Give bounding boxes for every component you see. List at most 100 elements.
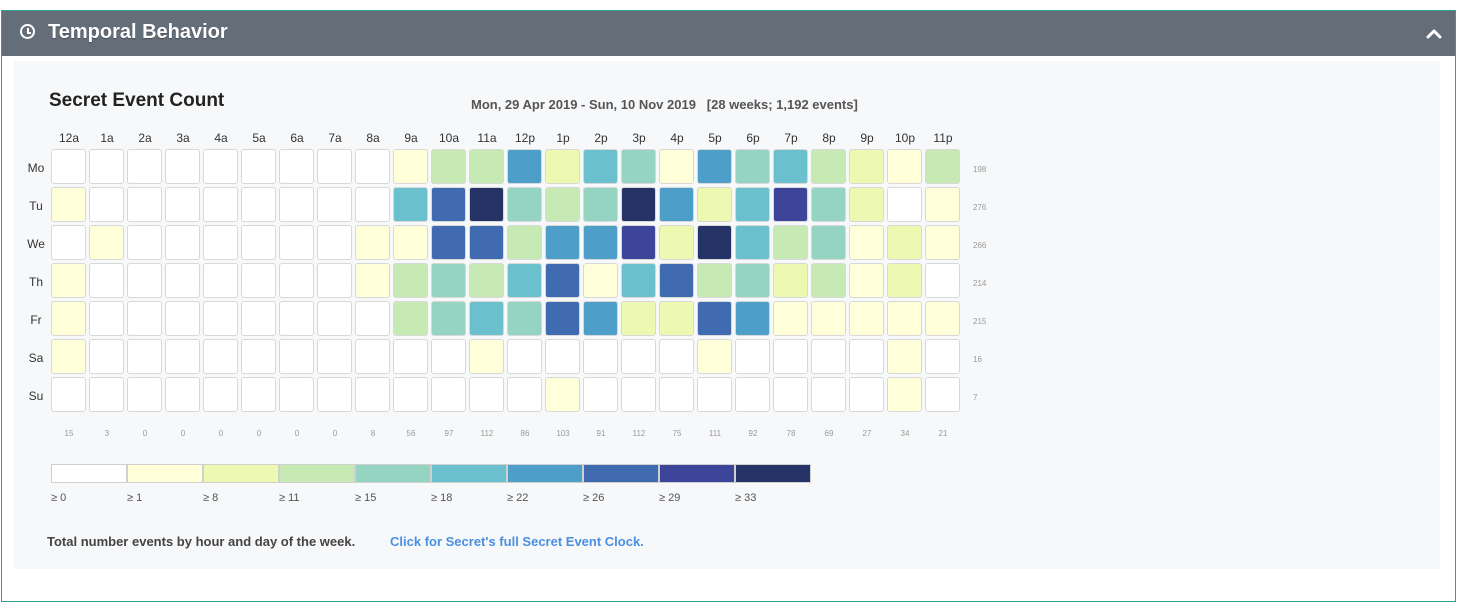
heatmap-cell[interactable] — [127, 225, 162, 260]
heatmap-cell[interactable] — [393, 377, 428, 412]
heatmap-cell[interactable] — [659, 149, 694, 184]
heatmap-cell[interactable] — [431, 225, 466, 260]
heatmap-cell[interactable] — [317, 225, 352, 260]
heatmap-cell[interactable] — [811, 263, 846, 298]
heatmap-cell[interactable] — [241, 187, 276, 222]
heatmap-cell[interactable] — [165, 187, 200, 222]
heatmap-cell[interactable] — [849, 187, 884, 222]
heatmap-cell[interactable] — [887, 225, 922, 260]
heatmap-cell[interactable] — [887, 377, 922, 412]
heatmap-cell[interactable] — [697, 301, 732, 336]
heatmap-cell[interactable] — [697, 339, 732, 374]
heatmap-cell[interactable] — [583, 187, 618, 222]
heatmap-cell[interactable] — [355, 149, 390, 184]
heatmap-cell[interactable] — [811, 149, 846, 184]
heatmap-cell[interactable] — [431, 187, 466, 222]
heatmap-cell[interactable] — [393, 263, 428, 298]
heatmap-cell[interactable] — [127, 263, 162, 298]
heatmap-cell[interactable] — [545, 301, 580, 336]
heatmap-cell[interactable] — [203, 225, 238, 260]
heatmap-cell[interactable] — [659, 225, 694, 260]
heatmap-cell[interactable] — [887, 263, 922, 298]
heatmap-cell[interactable] — [469, 187, 504, 222]
heatmap-cell[interactable] — [89, 263, 124, 298]
heatmap-cell[interactable] — [507, 377, 542, 412]
heatmap-cell[interactable] — [431, 339, 466, 374]
heatmap-cell[interactable] — [735, 301, 770, 336]
heatmap-cell[interactable] — [317, 301, 352, 336]
heatmap-cell[interactable] — [51, 187, 86, 222]
heatmap-cell[interactable] — [507, 225, 542, 260]
heatmap-cell[interactable] — [621, 149, 656, 184]
heatmap-cell[interactable] — [279, 263, 314, 298]
heatmap-cell[interactable] — [393, 339, 428, 374]
heatmap-cell[interactable] — [165, 301, 200, 336]
heatmap-cell[interactable] — [51, 263, 86, 298]
heatmap-cell[interactable] — [925, 225, 960, 260]
heatmap-cell[interactable] — [165, 225, 200, 260]
heatmap-cell[interactable] — [507, 263, 542, 298]
heatmap-cell[interactable] — [811, 187, 846, 222]
heatmap-cell[interactable] — [887, 187, 922, 222]
heatmap-cell[interactable] — [317, 187, 352, 222]
heatmap-cell[interactable] — [51, 301, 86, 336]
heatmap-cell[interactable] — [545, 377, 580, 412]
heatmap-cell[interactable] — [735, 187, 770, 222]
chevron-up-icon[interactable] — [1425, 25, 1443, 43]
heatmap-cell[interactable] — [811, 301, 846, 336]
heatmap-cell[interactable] — [773, 377, 808, 412]
heatmap-cell[interactable] — [165, 339, 200, 374]
heatmap-cell[interactable] — [583, 339, 618, 374]
heatmap-cell[interactable] — [241, 225, 276, 260]
heatmap-cell[interactable] — [203, 149, 238, 184]
heatmap-cell[interactable] — [621, 301, 656, 336]
heatmap-cell[interactable] — [849, 339, 884, 374]
heatmap-cell[interactable] — [773, 301, 808, 336]
heatmap-cell[interactable] — [51, 339, 86, 374]
heatmap-cell[interactable] — [165, 149, 200, 184]
heatmap-cell[interactable] — [279, 187, 314, 222]
heatmap-cell[interactable] — [583, 263, 618, 298]
heatmap-cell[interactable] — [735, 149, 770, 184]
heatmap-cell[interactable] — [431, 301, 466, 336]
heatmap-cell[interactable] — [355, 225, 390, 260]
heatmap-cell[interactable] — [469, 225, 504, 260]
heatmap-cell[interactable] — [735, 377, 770, 412]
heatmap-cell[interactable] — [89, 339, 124, 374]
heatmap-cell[interactable] — [507, 149, 542, 184]
heatmap-cell[interactable] — [203, 339, 238, 374]
heatmap-cell[interactable] — [469, 301, 504, 336]
heatmap-cell[interactable] — [469, 263, 504, 298]
heatmap-cell[interactable] — [849, 225, 884, 260]
heatmap-cell[interactable] — [355, 377, 390, 412]
heatmap-cell[interactable] — [127, 377, 162, 412]
heatmap-cell[interactable] — [317, 377, 352, 412]
heatmap-cell[interactable] — [241, 263, 276, 298]
heatmap-cell[interactable] — [241, 339, 276, 374]
heatmap-cell[interactable] — [89, 187, 124, 222]
event-clock-link[interactable]: Click for Secret's full Secret Event Clo… — [390, 534, 644, 549]
heatmap-cell[interactable] — [811, 339, 846, 374]
heatmap-cell[interactable] — [317, 339, 352, 374]
heatmap-cell[interactable] — [697, 149, 732, 184]
heatmap-cell[interactable] — [507, 187, 542, 222]
heatmap-cell[interactable] — [545, 187, 580, 222]
heatmap-cell[interactable] — [925, 187, 960, 222]
heatmap-cell[interactable] — [735, 263, 770, 298]
heatmap-cell[interactable] — [583, 377, 618, 412]
heatmap-cell[interactable] — [659, 263, 694, 298]
heatmap-cell[interactable] — [773, 187, 808, 222]
heatmap-cell[interactable] — [583, 301, 618, 336]
heatmap-cell[interactable] — [659, 377, 694, 412]
heatmap-cell[interactable] — [507, 339, 542, 374]
heatmap-cell[interactable] — [279, 377, 314, 412]
heatmap-cell[interactable] — [51, 377, 86, 412]
heatmap-cell[interactable] — [773, 263, 808, 298]
heatmap-cell[interactable] — [241, 301, 276, 336]
heatmap-cell[interactable] — [469, 339, 504, 374]
heatmap-cell[interactable] — [317, 263, 352, 298]
heatmap-cell[interactable] — [279, 225, 314, 260]
heatmap-cell[interactable] — [431, 377, 466, 412]
heatmap-cell[interactable] — [621, 377, 656, 412]
heatmap-cell[interactable] — [773, 339, 808, 374]
